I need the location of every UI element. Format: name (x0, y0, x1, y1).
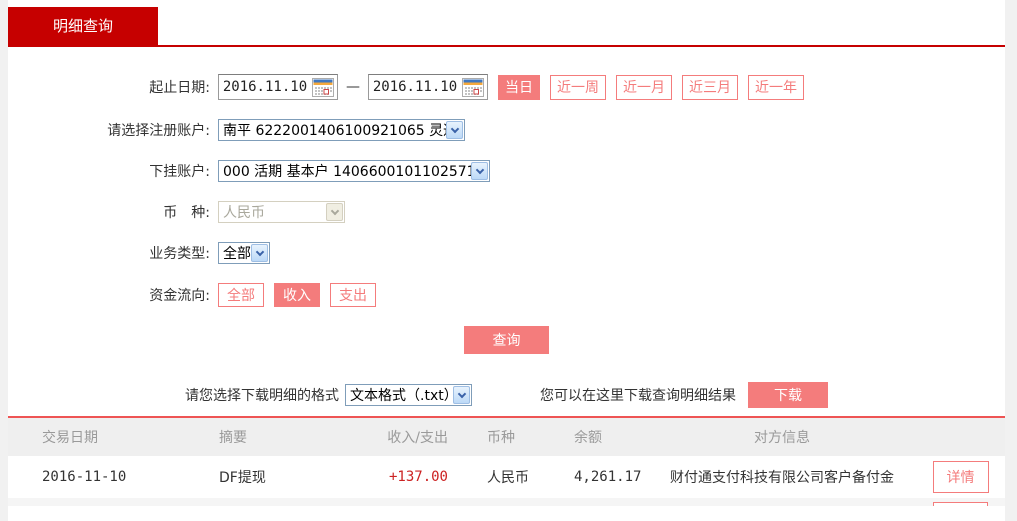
end-date-input[interactable] (369, 76, 461, 98)
quick-range-year-button[interactable]: 近一年 (748, 75, 804, 100)
start-date-field (218, 74, 338, 100)
header-currency: 币种 (448, 427, 538, 447)
start-date-calendar-icon[interactable] (311, 75, 335, 99)
chevron-down-icon (453, 386, 470, 404)
end-date-field (368, 74, 488, 100)
chevron-down-icon (326, 203, 343, 221)
currency-value: 人民币 (219, 202, 326, 222)
currency-select: 人民币 (218, 201, 345, 223)
sub-account-value: 000 活期 基本户 1406600101102571848 (219, 161, 471, 181)
download-format-select[interactable]: 文本格式（.txt） (345, 384, 472, 406)
download-format-label: 请您选择下载明细的格式 (185, 385, 339, 405)
header-trade-date: 交易日期 (8, 427, 205, 447)
chevron-down-icon (251, 244, 268, 262)
header-balance: 余额 (538, 427, 648, 447)
quick-range-quarter-button[interactable]: 近三月 (682, 75, 738, 100)
download-format-value: 文本格式（.txt） (346, 385, 453, 405)
registered-account-row: 请选择注册账户: 南平 6222001406100921065 灵通卡 (8, 119, 1005, 141)
cell-trade-date: 2016-11-10 (8, 469, 205, 485)
sub-account-select[interactable]: 000 活期 基本户 1406600101102571848 (218, 160, 490, 182)
page-content: 明细查询 起止日期: (8, 0, 1005, 521)
chevron-down-icon (446, 121, 463, 139)
cell-currency: 人民币 (448, 467, 538, 487)
registered-account-label: 请选择注册账户: (8, 120, 210, 140)
sub-account-row: 下挂账户: 000 活期 基本户 1406600101102571848 (8, 160, 1005, 182)
fund-flow-expense-button[interactable]: 支出 (330, 283, 376, 307)
fund-flow-income-button[interactable]: 收入 (274, 283, 320, 307)
business-type-label: 业务类型: (8, 243, 210, 263)
business-type-row: 业务类型: 全部 (8, 242, 1005, 264)
registered-account-select[interactable]: 南平 6222001406100921065 灵通卡 (218, 119, 465, 141)
quick-range-week-button[interactable]: 近一周 (550, 75, 606, 100)
cell-summary: DF提现 (205, 467, 370, 487)
tab-detail-query[interactable]: 明细查询 (8, 7, 158, 45)
sub-account-label: 下挂账户: (8, 161, 210, 181)
fund-flow-row: 资金流向: 全部 收入 支出 (8, 283, 1005, 307)
cell-income-expense: +137.00 (370, 469, 448, 485)
start-date-input[interactable] (219, 76, 311, 98)
download-button[interactable]: 下载 (748, 382, 828, 408)
header-counterparty: 对方信息 (648, 427, 916, 447)
chevron-down-icon (471, 162, 488, 180)
fund-flow-label: 资金流向: (8, 285, 210, 305)
detail-button[interactable]: 详情 (933, 461, 989, 493)
registered-account-value: 南平 6222001406100921065 灵通卡 (219, 120, 446, 140)
business-type-value: 全部 (219, 243, 251, 263)
header-income-expense: 收入/支出 (370, 427, 448, 447)
header-summary: 摘要 (205, 427, 370, 447)
date-range-label: 起止日期: (8, 77, 210, 97)
business-type-select[interactable]: 全部 (218, 242, 270, 264)
currency-label: 币 种: (8, 202, 210, 222)
date-range-row: 起止日期: (8, 74, 1005, 100)
tab-bar: 明细查询 (8, 0, 1005, 47)
query-button[interactable]: 查询 (464, 326, 549, 354)
query-form: 起止日期: (8, 47, 1005, 408)
end-date-calendar-icon[interactable] (461, 75, 485, 99)
cell-balance: 4,261.17 (538, 469, 648, 485)
table-row-partial (8, 498, 1005, 506)
download-row: 请您选择下载明细的格式 文本格式（.txt） 您可以在这里下载查询明细结果 下载 (185, 382, 1005, 408)
cell-counterparty: 财付通支付科技有限公司客户备付金 (648, 467, 916, 487)
table-header: 交易日期 摘要 收入/支出 币种 余额 对方信息 (8, 418, 1005, 456)
currency-row: 币 种: 人民币 (8, 201, 1005, 223)
table-row: 2016-11-10 DF提现 +137.00 人民币 4,261.17 财付通… (8, 456, 1005, 498)
download-hint: 您可以在这里下载查询明细结果 (540, 385, 736, 405)
quick-range-today-button[interactable]: 当日 (498, 75, 540, 100)
quick-range-month-button[interactable]: 近一月 (616, 75, 672, 100)
detail-button-partial[interactable] (933, 502, 988, 506)
fund-flow-all-button[interactable]: 全部 (218, 283, 264, 307)
date-range-separator: — (346, 79, 360, 95)
